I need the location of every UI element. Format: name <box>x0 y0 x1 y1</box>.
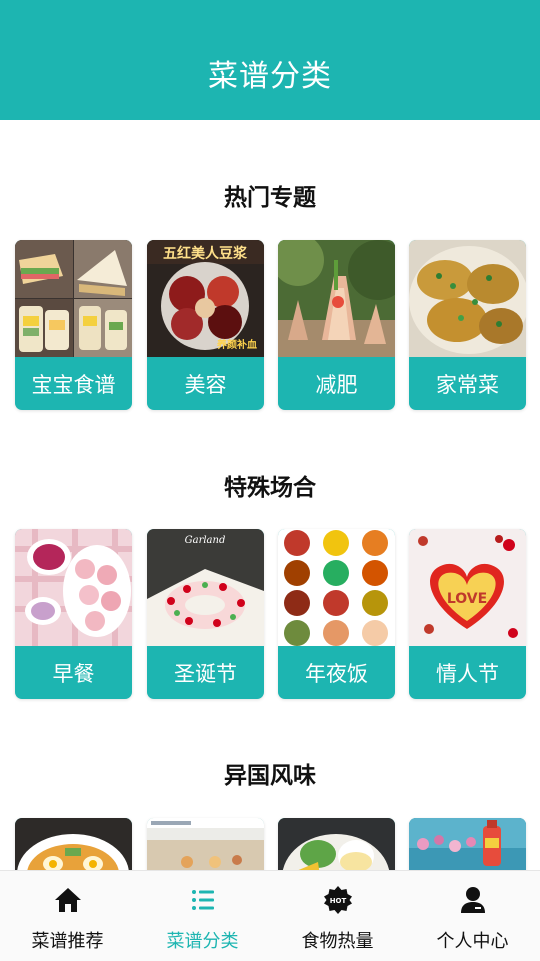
tab-label: 个人中心 <box>436 931 509 952</box>
section-title: 热门专题 <box>224 185 316 211</box>
braised-fish-photo <box>409 240 526 357</box>
breakfast-plate-photo <box>278 818 395 870</box>
vegetable-rolls-photo <box>278 240 395 357</box>
category-card-valentines-day[interactable]: LOVE 情人节 <box>409 529 526 699</box>
card-row <box>15 818 526 870</box>
category-card-weight-loss[interactable]: 减肥 <box>278 240 395 410</box>
card-label: 圣诞节 <box>174 661 237 686</box>
card-label: 早餐 <box>52 661 95 686</box>
section-title: 特殊场合 <box>224 475 316 501</box>
tab-recipe-recommend[interactable]: 菜谱推荐 <box>0 871 135 961</box>
category-card-christmas[interactable]: Garland 圣诞节 <box>147 529 264 699</box>
card-label: 家常菜 <box>436 372 499 397</box>
tab-label: 菜谱推荐 <box>31 931 104 952</box>
card-label: 减肥 <box>315 372 358 397</box>
card-label: 宝宝食谱 <box>31 372 116 397</box>
svg-text:LOVE: LOVE <box>447 591 487 607</box>
tab-label: 食物热量 <box>301 931 374 952</box>
category-card-home-cooking[interactable]: 家常菜 <box>409 240 526 410</box>
flower-bottle-photo <box>409 818 526 870</box>
svg-text:Garland: Garland <box>185 535 226 546</box>
card-label: 美容 <box>184 372 227 397</box>
category-card-beauty[interactable]: 五红美人豆浆 养颜补血 美容 <box>147 240 264 410</box>
category-scroll-area[interactable]: 热门专题 宝宝食谱 五红美人豆浆 养颜补血 美容 减肥 家常菜 特殊场合 早餐 … <box>0 120 540 870</box>
dish-collage-photo <box>278 529 395 646</box>
category-card-new-year-dinner[interactable]: 年夜饭 <box>278 529 395 699</box>
tab-label: 菜谱分类 <box>166 931 239 952</box>
ramen-bowl-photo <box>15 818 132 870</box>
category-card-foreign-2[interactable] <box>147 818 264 870</box>
home-icon <box>54 888 81 912</box>
card-label: 情人节 <box>436 661 499 686</box>
page-title: 菜谱分类 <box>208 59 332 94</box>
app-header: 菜谱分类 <box>0 0 540 120</box>
section-title: 异国风味 <box>224 763 316 789</box>
category-card-breakfast[interactable]: 早餐 <box>15 529 132 699</box>
table-setting-photo <box>147 818 264 870</box>
svg-text:五红美人豆浆: 五红美人豆浆 <box>163 245 248 262</box>
tab-personal-center[interactable]: 个人中心 <box>405 871 540 961</box>
tab-food-calories[interactable]: HOT 食物热量 <box>270 871 405 961</box>
svg-text:HOT: HOT <box>329 897 346 905</box>
category-card-foreign-1[interactable] <box>15 818 132 870</box>
category-card-foreign-3[interactable] <box>278 818 395 870</box>
category-card-foreign-4[interactable] <box>409 818 526 870</box>
user-icon <box>460 887 485 913</box>
bottom-tab-bar: 菜谱推荐 菜谱分类 HOT 食物热量 个人中心 <box>0 870 540 961</box>
red-beans-photo: 五红美人豆浆 养颜补血 <box>147 240 264 357</box>
sandwich-photo <box>15 240 132 357</box>
card-row: 早餐 Garland 圣诞节 年夜饭 LOVE 情人节 <box>15 529 526 699</box>
love-pizza-photo: LOVE <box>409 529 526 646</box>
card-row: 宝宝食谱 五红美人豆浆 养颜补血 美容 减肥 家常菜 <box>15 240 526 410</box>
hot-badge-icon: HOT <box>323 886 352 914</box>
card-label: 年夜饭 <box>305 661 368 686</box>
svg-text:养颜补血: 养颜补血 <box>216 338 257 351</box>
list-icon <box>191 890 214 910</box>
tab-recipe-category[interactable]: 菜谱分类 <box>135 871 270 961</box>
category-card-baby-food[interactable]: 宝宝食谱 <box>15 240 132 410</box>
rose-buns-photo <box>15 529 132 646</box>
christmas-wreath-cake-photo: Garland <box>147 529 264 646</box>
